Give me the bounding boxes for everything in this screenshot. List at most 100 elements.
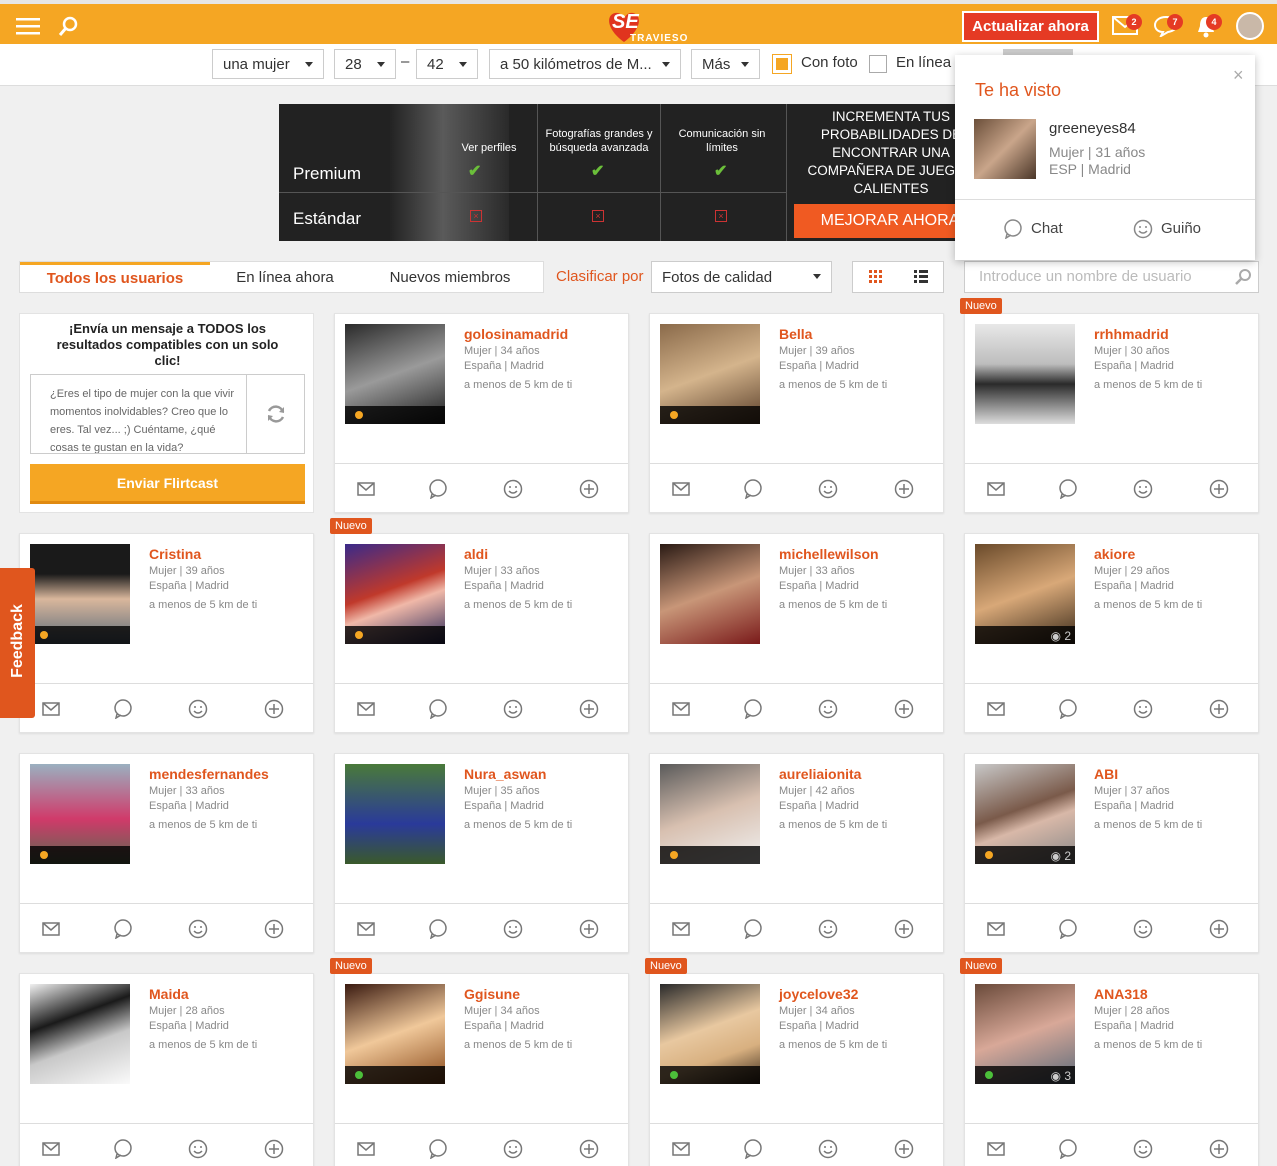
feedback-tab[interactable]: Feedback [0,568,35,718]
user-name[interactable]: golosinamadrid [464,326,568,342]
add-favorite-icon[interactable] [578,698,600,720]
user-photo[interactable] [660,764,760,864]
add-favorite-icon[interactable] [263,1138,285,1160]
add-favorite-icon[interactable] [578,918,600,940]
add-favorite-icon[interactable] [1208,1138,1230,1160]
user-card[interactable]: Nuevo Ggisune Mujer | 34 años España | Madr… [330,958,629,1166]
message-icon[interactable] [355,478,377,500]
chat-bubble-icon[interactable] [742,698,764,720]
message-icon[interactable] [355,698,377,720]
chat-bubble-icon[interactable] [112,918,134,940]
bell-icon[interactable]: 4 [1192,12,1222,40]
message-icon[interactable] [355,918,377,940]
user-photo[interactable]: ◉ 2 [975,544,1075,644]
user-name[interactable]: akiore [1094,546,1135,562]
message-icon[interactable] [40,918,62,940]
user-photo[interactable] [660,324,760,424]
wink-icon[interactable] [817,918,839,940]
chat-bubble-icon[interactable] [427,478,449,500]
user-card[interactable]: Bella Mujer | 39 años España | Madrid a men… [649,313,944,513]
chat-bubble-icon[interactable] [427,698,449,720]
add-favorite-icon[interactable] [893,918,915,940]
flirtcast-message-box[interactable]: ¿Eres el tipo de mujer con la que vivir … [30,374,305,454]
message-icon[interactable] [985,1138,1007,1160]
menu-icon[interactable] [14,12,42,40]
message-icon[interactable] [985,698,1007,720]
send-flirtcast-button[interactable]: Enviar Flirtcast [30,464,305,504]
avatar[interactable] [1236,12,1264,40]
chat-bubble-icon[interactable] [112,1138,134,1160]
user-name[interactable]: Cristina [149,546,201,562]
list-view-icon[interactable] [899,262,943,292]
user-name[interactable]: aldi [464,546,488,562]
upgrade-button[interactable]: Actualizar ahora [962,11,1099,42]
user-card[interactable]: ◉ 2 ABI Mujer | 37 años España | Madrid a me… [964,753,1259,953]
tab-new-members[interactable]: Nuevos miembros [360,262,540,292]
wink-icon[interactable] [1132,918,1154,940]
user-photo[interactable] [660,544,760,644]
wink-icon[interactable] [817,1138,839,1160]
chat-bubble-icon[interactable] [427,918,449,940]
wink-icon[interactable] [502,1138,524,1160]
user-card[interactable]: golosinamadrid Mujer | 34 años España | Ma… [334,313,629,513]
sort-select[interactable]: Fotos de calidad [651,261,832,293]
add-favorite-icon[interactable] [263,698,285,720]
message-icon[interactable] [670,1138,692,1160]
wink-icon[interactable] [817,478,839,500]
gender-select[interactable]: una mujer [212,49,324,79]
add-favorite-icon[interactable] [1208,698,1230,720]
user-card[interactable]: aureliaionita Mujer | 42 años España | Mad… [649,753,944,953]
age-min-select[interactable]: 28 [334,49,396,79]
search-icon[interactable] [1234,268,1252,286]
refresh-icon[interactable] [265,403,287,425]
chat-bubble-icon[interactable] [1057,918,1079,940]
user-name[interactable]: Maida [149,986,189,1002]
tab-all-users[interactable]: Todos los usuarios [20,262,210,292]
user-name[interactable]: ABI [1094,766,1118,782]
wink-icon[interactable] [502,478,524,500]
user-photo[interactable] [30,764,130,864]
user-card[interactable]: mendesfernandes Mujer | 33 años España | M… [19,753,314,953]
message-icon[interactable] [670,918,692,940]
add-favorite-icon[interactable] [263,918,285,940]
tab-online-now[interactable]: En línea ahora [210,262,360,292]
user-name[interactable]: Ggisune [464,986,520,1002]
user-photo[interactable] [345,544,445,644]
popup-username[interactable]: greeneyes84 [1049,120,1136,137]
user-name[interactable]: rrhhmadrid [1094,326,1169,342]
user-card[interactable]: Maida Mujer | 28 años España | Madrid a men… [19,973,314,1166]
user-name[interactable]: michellewilson [779,546,879,562]
distance-select[interactable]: a 50 kilómetros de M... [489,49,681,79]
user-photo[interactable]: ◉ 3 [975,984,1075,1084]
popup-wink-button[interactable]: Guiño [1133,199,1243,259]
add-favorite-icon[interactable] [1208,478,1230,500]
wink-icon[interactable] [1132,698,1154,720]
user-photo[interactable] [345,324,445,424]
popup-photo[interactable] [974,119,1036,179]
wink-icon[interactable] [187,918,209,940]
user-name[interactable]: ANA318 [1094,986,1148,1002]
chat-bubble-icon[interactable] [1057,1138,1079,1160]
user-card[interactable]: Nuevo aldi Mujer | 33 años España | Madrid a… [330,518,629,733]
chat-bubble-icon[interactable] [1057,478,1079,500]
user-name[interactable]: Nura_aswan [464,766,546,782]
add-favorite-icon[interactable] [578,478,600,500]
wink-icon[interactable] [187,1138,209,1160]
message-icon[interactable] [40,698,62,720]
user-card[interactable]: ◉ 2 akiore Mujer | 29 años España | Madrid a… [964,533,1259,733]
chat-bubble-icon[interactable] [742,918,764,940]
user-photo[interactable]: ◉ 2 [975,764,1075,864]
wink-icon[interactable] [1132,478,1154,500]
user-photo[interactable] [30,984,130,1084]
message-icon[interactable] [355,1138,377,1160]
add-favorite-icon[interactable] [893,478,915,500]
wink-icon[interactable] [502,698,524,720]
message-icon[interactable] [40,1138,62,1160]
add-favorite-icon[interactable] [578,1138,600,1160]
user-photo[interactable] [345,764,445,864]
site-logo[interactable]: SE TRAVIESO [600,9,690,45]
user-card[interactable]: Nuevo ◉ 3 ANA318 Mujer | 28 años España | Ma… [960,958,1259,1166]
message-icon[interactable] [985,478,1007,500]
user-card[interactable]: Nuevo rrhhmadrid Mujer | 30 años España | M… [960,298,1259,513]
close-icon[interactable]: × [1233,65,1244,86]
